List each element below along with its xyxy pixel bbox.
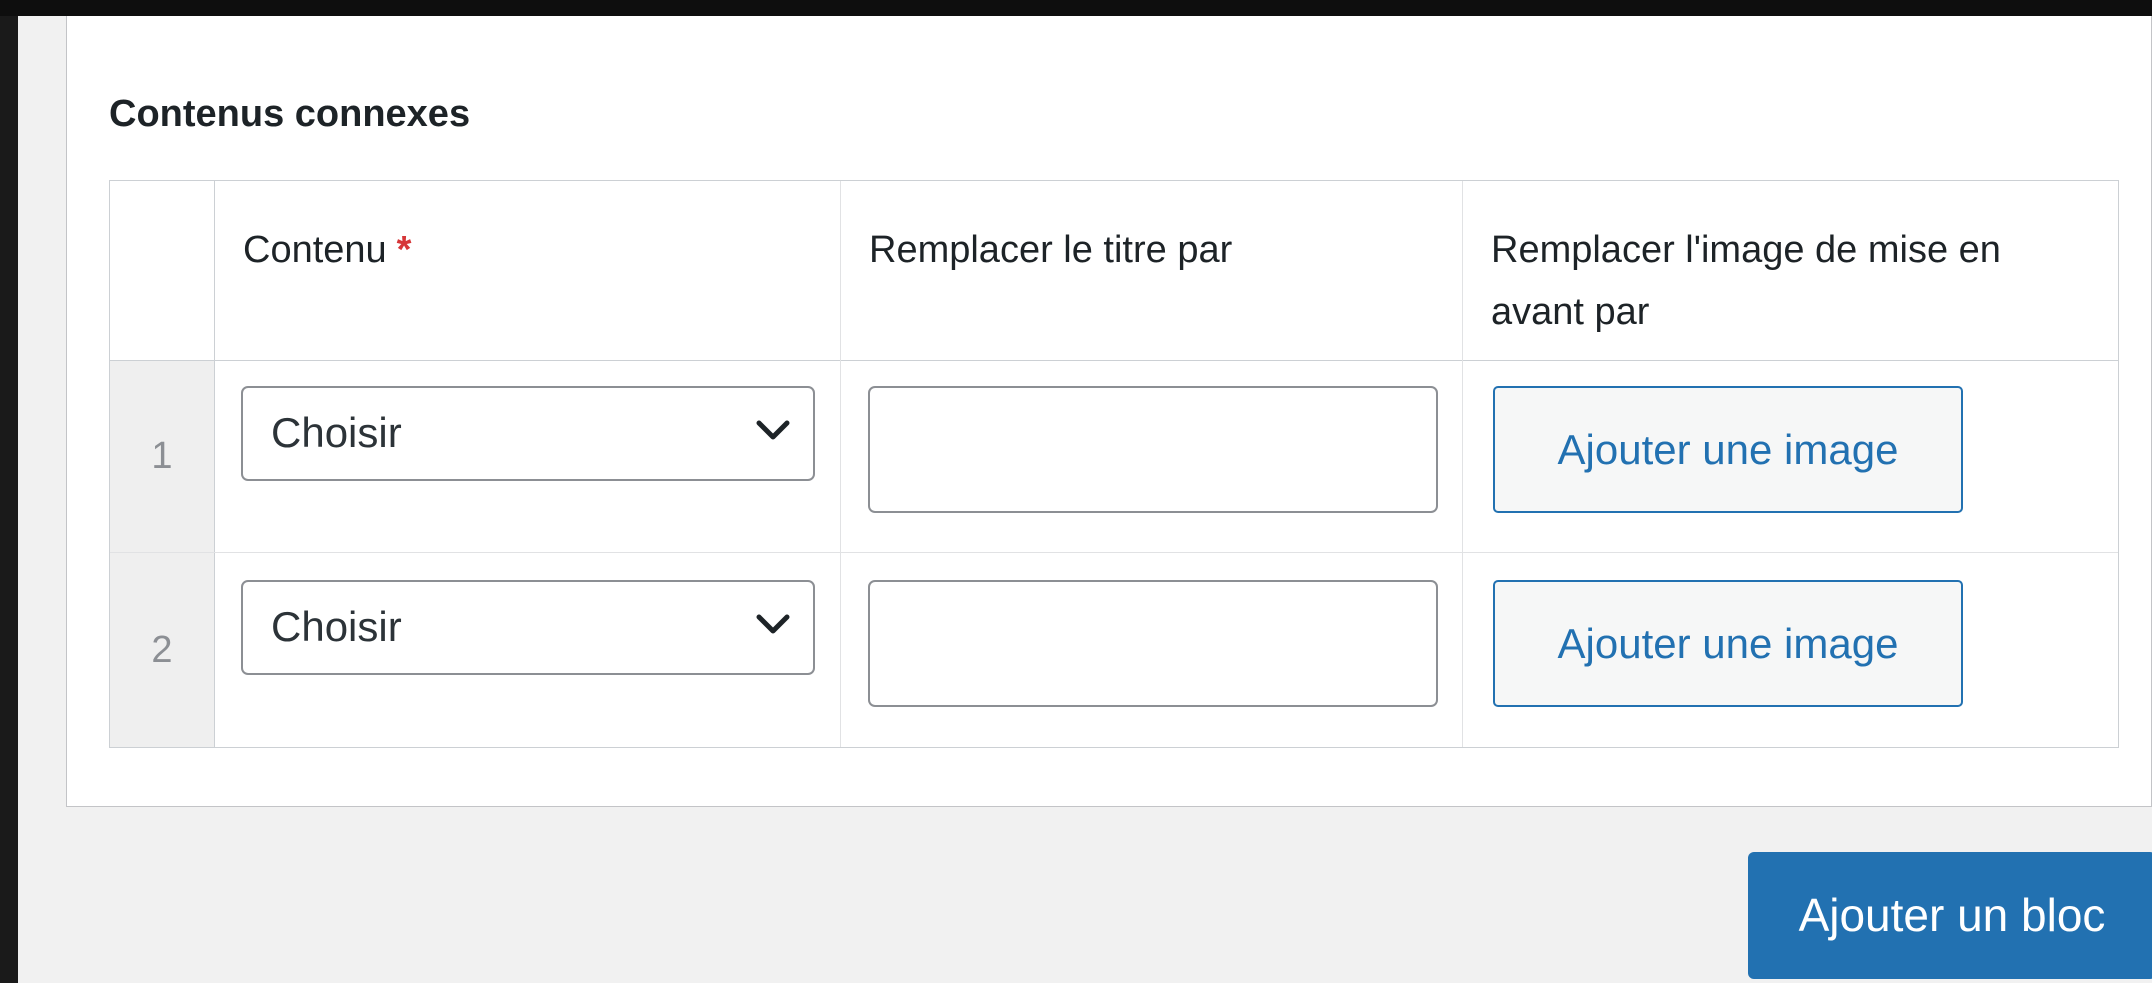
- replace-title-input[interactable]: [868, 386, 1438, 513]
- row-handle[interactable]: 1: [110, 361, 214, 552]
- top-strip: [0, 0, 2152, 16]
- column-header-replace-image: Remplacer l'image de mise en avant par: [1463, 181, 2118, 360]
- column-header-content: Contenu *: [215, 181, 840, 360]
- row-number: 2: [151, 629, 173, 671]
- add-image-button-label: Ajouter une image: [1557, 426, 1899, 473]
- add-image-button-label: Ajouter une image: [1557, 620, 1899, 667]
- add-image-button[interactable]: Ajouter une image: [1493, 386, 1963, 513]
- required-marker: *: [396, 229, 412, 271]
- section-title: Contenus connexes: [109, 93, 471, 135]
- add-image-button[interactable]: Ajouter une image: [1493, 580, 1963, 707]
- content-select[interactable]: Choisir: [241, 386, 815, 481]
- content-select-value: Choisir: [271, 409, 402, 456]
- row-separator: [110, 552, 2118, 553]
- column-header-replace-image-label: Remplacer l'image de mise en avant par: [1491, 229, 2001, 333]
- repeater-table: Contenu * Remplacer le titre par Remplace…: [109, 180, 2119, 748]
- chevron-down-icon: [756, 614, 790, 634]
- page-background: Contenus connexes Contenu * Remplacer le …: [18, 16, 2152, 983]
- content-select[interactable]: Choisir: [241, 580, 815, 675]
- column-header-content-label: Contenu: [243, 229, 387, 271]
- chevron-down-icon: [756, 420, 790, 440]
- row-number: 1: [151, 435, 173, 477]
- content-select-value: Choisir: [271, 603, 402, 650]
- add-block-button[interactable]: Ajouter un bloc: [1748, 852, 2152, 979]
- row-handle[interactable]: 2: [110, 553, 214, 747]
- replace-title-input[interactable]: [868, 580, 1438, 707]
- column-header-replace-title-label: Remplacer le titre par: [869, 229, 1233, 271]
- column-header-replace-title: Remplacer le titre par: [841, 181, 1462, 360]
- add-block-button-label: Ajouter un bloc: [1798, 889, 2106, 941]
